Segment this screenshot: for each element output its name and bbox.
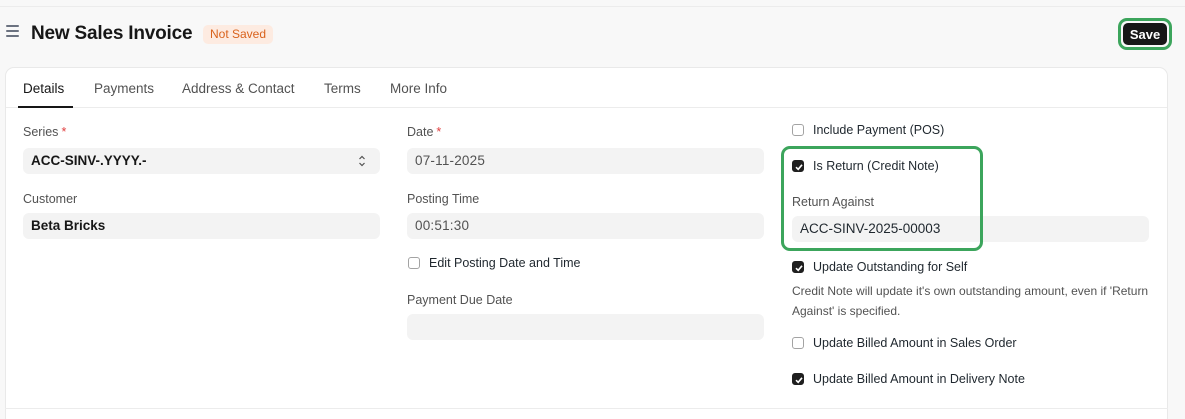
update-outstanding-checkbox-row[interactable]: Update Outstanding for Self [792, 258, 967, 276]
edit-posting-checkbox-row[interactable]: Edit Posting Date and Time [408, 254, 580, 272]
tab-details[interactable]: Details [23, 81, 64, 96]
page-title: New Sales Invoice [31, 23, 193, 44]
include-payment-checkbox-row[interactable]: Include Payment (POS) [792, 121, 944, 139]
customer-input[interactable]: Beta Bricks [23, 213, 380, 239]
posting-time-label: Posting Time [407, 192, 480, 206]
series-select[interactable]: ACC-SINV-.YYYY.- [23, 148, 380, 174]
update-billed-dn-checkbox[interactable] [792, 373, 804, 385]
edit-posting-label: Edit Posting Date and Time [429, 256, 581, 270]
save-button-highlight: Save [1118, 18, 1172, 50]
is-return-checkbox-row[interactable]: Is Return (Credit Note) [792, 157, 939, 175]
is-return-checkbox[interactable] [792, 160, 804, 172]
check-icon [795, 164, 803, 171]
active-tab-indicator [18, 106, 73, 108]
select-arrows-icon [359, 155, 365, 167]
tab-more-info[interactable]: More Info [390, 81, 447, 96]
posting-time-input[interactable]: 00:51:30 [407, 213, 764, 239]
include-payment-checkbox[interactable] [792, 124, 804, 136]
update-outstanding-label: Update Outstanding for Self [813, 260, 968, 274]
form-card: Details Payments Address & Contact Terms… [5, 67, 1168, 419]
return-against-label: Return Against [792, 195, 874, 209]
customer-label: Customer [23, 192, 78, 206]
update-billed-so-checkbox-row[interactable]: Update Billed Amount in Sales Order [792, 334, 1017, 352]
date-label: Date * [407, 125, 442, 139]
save-button[interactable]: Save [1123, 23, 1167, 45]
payment-due-label: Payment Due Date [407, 293, 513, 307]
check-icon [795, 265, 803, 272]
tab-bar: Details Payments Address & Contact Terms… [6, 68, 1167, 108]
status-badge: Not Saved [203, 25, 274, 44]
update-billed-so-label: Update Billed Amount in Sales Order [813, 336, 1017, 350]
is-return-label: Is Return (Credit Note) [813, 159, 939, 173]
update-billed-dn-checkbox-row[interactable]: Update Billed Amount in Delivery Note [792, 370, 1025, 388]
include-payment-label: Include Payment (POS) [813, 123, 945, 137]
section-divider [5, 408, 1168, 409]
edit-posting-checkbox[interactable] [408, 257, 420, 269]
update-billed-dn-label: Update Billed Amount in Delivery Note [813, 372, 1025, 386]
hamburger-menu-icon[interactable] [6, 25, 19, 37]
series-label: Series * [23, 125, 67, 139]
tab-terms[interactable]: Terms [324, 81, 361, 96]
date-input[interactable]: 07-11-2025 [407, 148, 764, 174]
update-outstanding-description: Credit Note will update it's own outstan… [792, 284, 1149, 318]
page-header: New Sales Invoice Not Saved Save [0, 14, 1185, 54]
tab-payments[interactable]: Payments [94, 81, 154, 96]
update-billed-so-checkbox[interactable] [792, 337, 804, 349]
tab-address-contact[interactable]: Address & Contact [182, 81, 295, 96]
check-icon [795, 377, 803, 384]
top-divider [0, 6, 1185, 7]
update-outstanding-checkbox[interactable] [792, 261, 804, 273]
return-against-input[interactable]: ACC-SINV-2025-00003 [792, 216, 1149, 242]
payment-due-input[interactable] [407, 314, 764, 340]
